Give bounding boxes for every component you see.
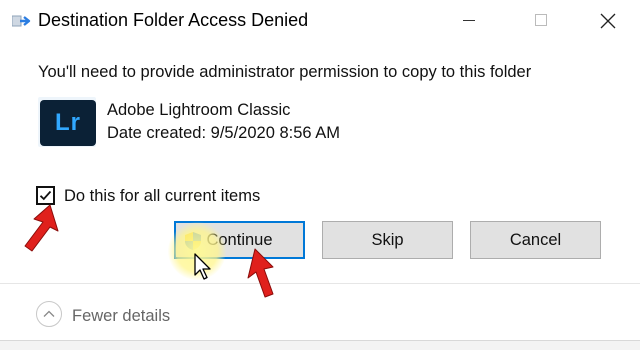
file-name: Adobe Lightroom Classic: [107, 101, 291, 119]
red-arrow-icon: [247, 248, 274, 298]
fewer-details-label[interactable]: Fewer details: [72, 307, 170, 326]
skip-button[interactable]: Skip: [322, 221, 453, 259]
close-button[interactable]: [584, 0, 630, 40]
maximize-button[interactable]: [518, 0, 564, 40]
permission-message: You'll need to provide administrator per…: [38, 63, 532, 81]
lightroom-icon: Lr: [40, 100, 96, 146]
red-arrow-icon: [24, 204, 59, 252]
file-date-created: Date created: 9/5/2020 8:56 AM: [107, 124, 340, 142]
title-bar: Destination Folder Access Denied: [0, 0, 640, 42]
fewer-details-toggle[interactable]: [36, 301, 62, 327]
access-denied-dialog: Destination Folder Access Denied You'll …: [0, 0, 640, 340]
chevron-up-icon: [43, 310, 55, 317]
checkmark-icon: [39, 190, 52, 201]
window-title: Destination Folder Access Denied: [38, 10, 309, 30]
maximize-icon: [535, 14, 547, 26]
cancel-button[interactable]: Cancel: [470, 221, 601, 259]
copy-move-icon: [11, 13, 32, 29]
minimize-icon: [463, 20, 475, 21]
close-icon: [600, 13, 616, 29]
mouse-cursor-icon: [194, 253, 211, 280]
apply-all-label[interactable]: Do this for all current items: [64, 187, 260, 206]
minimize-button[interactable]: [446, 0, 492, 40]
